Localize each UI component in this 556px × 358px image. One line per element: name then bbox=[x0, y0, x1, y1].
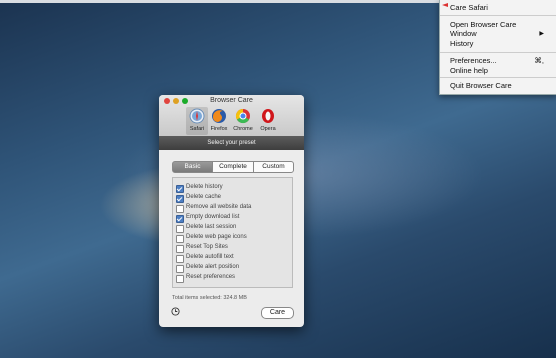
browser-care-window: Browser Care Safari Firefox Chrome Opera… bbox=[159, 95, 304, 327]
checkbox[interactable] bbox=[176, 185, 184, 193]
browser-tab-firefox[interactable]: Firefox bbox=[208, 107, 230, 135]
menu-item-online-help[interactable]: Online help bbox=[450, 66, 488, 76]
menu-item-window-label: Window bbox=[450, 29, 477, 38]
menu-item-preferences-label: Preferences... bbox=[450, 56, 497, 65]
safari-icon bbox=[189, 108, 205, 124]
option-label: Delete web page icons bbox=[186, 234, 247, 240]
menu-item-window[interactable]: Window ▶ bbox=[450, 29, 550, 39]
menu-item-quit[interactable]: Quit Browser Care bbox=[450, 81, 512, 91]
checkbox[interactable] bbox=[176, 245, 184, 253]
menu-separator bbox=[440, 15, 556, 16]
browser-tab-opera[interactable]: Opera bbox=[257, 107, 279, 135]
checkbox[interactable] bbox=[176, 235, 184, 243]
option-label: Delete history bbox=[186, 184, 223, 190]
option-label: Delete autofill text bbox=[186, 254, 234, 260]
checkbox[interactable] bbox=[176, 195, 184, 203]
opera-icon bbox=[262, 109, 274, 123]
options-panel: Delete history Delete cache Remove all w… bbox=[172, 177, 293, 288]
care-button[interactable]: Care bbox=[261, 307, 294, 319]
chrome-icon bbox=[235, 108, 250, 124]
tab-custom[interactable]: Custom bbox=[253, 161, 294, 173]
menu-item-history[interactable]: History bbox=[450, 39, 473, 49]
option-label: Delete alert position bbox=[186, 264, 240, 270]
preferences-shortcut: ⌘, bbox=[534, 56, 544, 65]
checkbox[interactable] bbox=[176, 205, 184, 213]
checkbox[interactable] bbox=[176, 275, 184, 283]
checkbox[interactable] bbox=[176, 265, 184, 273]
window-title: Browser Care bbox=[210, 97, 253, 104]
firefox-icon bbox=[212, 109, 226, 123]
option-label: Reset preferences bbox=[186, 274, 236, 280]
browser-care-menu: Care Safari Open Browser Care Window ▶ H… bbox=[439, 0, 556, 95]
option-label: Delete cache bbox=[186, 194, 222, 200]
window-toolbar: Browser Care Safari Firefox Chrome Opera bbox=[159, 95, 304, 137]
browser-tab-chrome[interactable]: Chrome bbox=[232, 107, 254, 135]
browser-label: Opera bbox=[260, 126, 276, 132]
checkbox[interactable] bbox=[176, 215, 184, 223]
menu-item-preferences[interactable]: Preferences... ⌘, bbox=[450, 56, 550, 66]
menu-item-care-safari[interactable]: Care Safari bbox=[450, 3, 488, 13]
tab-basic[interactable]: Basic bbox=[172, 161, 213, 173]
total-items-label: Total items selected: 324.8 MB bbox=[172, 295, 247, 301]
option-label: Empty download list bbox=[186, 214, 240, 220]
checkbox[interactable] bbox=[176, 225, 184, 233]
menu-separator bbox=[440, 77, 556, 78]
tab-complete[interactable]: Complete bbox=[212, 161, 254, 173]
submenu-arrow-icon: ▶ bbox=[539, 31, 544, 37]
preset-header: Select your preset bbox=[159, 136, 304, 150]
safari-icon bbox=[442, 3, 448, 7]
menu-separator bbox=[440, 52, 556, 53]
option-label: Remove all website data bbox=[186, 204, 252, 210]
clock-icon[interactable] bbox=[171, 307, 180, 316]
option-label: Delete last session bbox=[186, 224, 237, 230]
option-label: Reset Top Sites bbox=[186, 244, 228, 250]
checkbox[interactable] bbox=[176, 255, 184, 263]
